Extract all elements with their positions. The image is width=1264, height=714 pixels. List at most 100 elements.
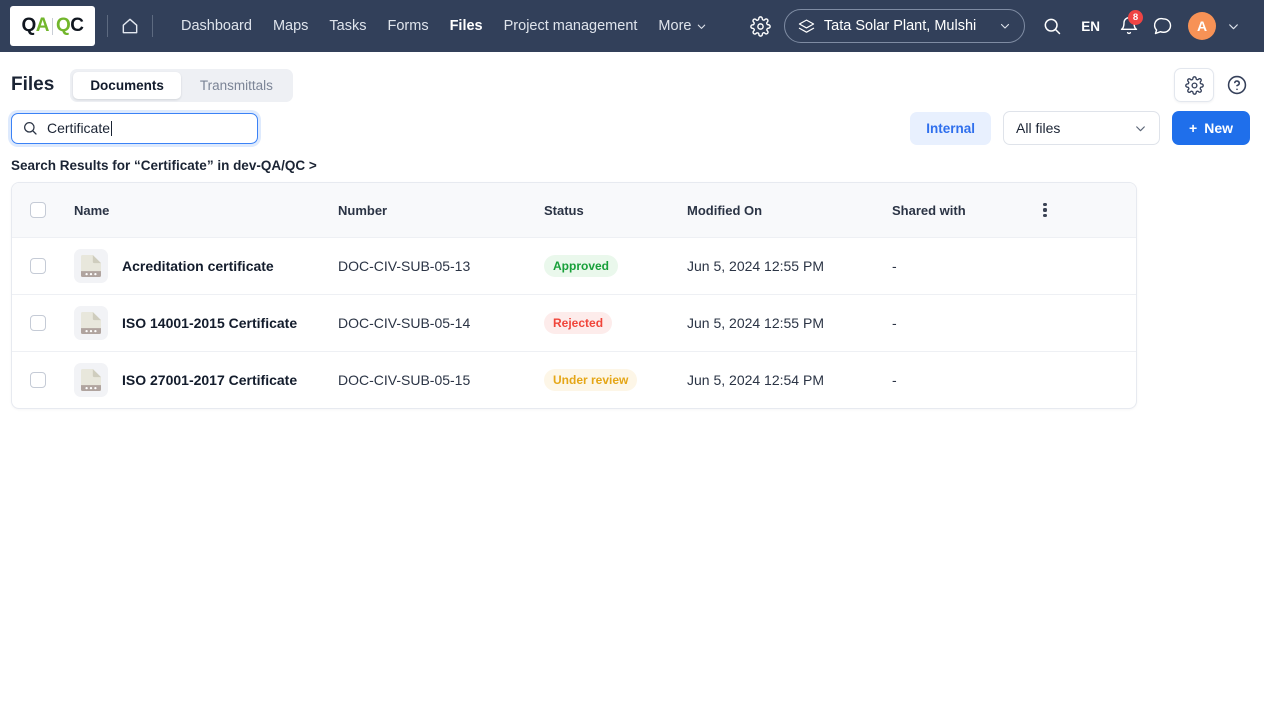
status-badge: Under review <box>544 369 638 391</box>
new-button-label: New <box>1204 120 1233 136</box>
file-name: Acreditation certificate <box>122 258 274 274</box>
search-button[interactable] <box>1035 9 1069 43</box>
settings-gear-button[interactable] <box>744 9 778 43</box>
nav-item-more[interactable]: More <box>658 18 707 34</box>
file-icon <box>74 306 108 340</box>
help-circle-icon <box>1227 75 1247 95</box>
row-checkbox[interactable] <box>30 372 46 388</box>
file-number: DOC-CIV-SUB-05-15 <box>338 372 471 388</box>
document-glyph <box>81 369 101 391</box>
file-shared-with: - <box>892 258 897 274</box>
document-glyph <box>81 255 101 277</box>
messages-button[interactable] <box>1146 9 1180 43</box>
chevron-down-icon <box>698 24 706 29</box>
search-icon <box>1044 18 1061 35</box>
file-name: ISO 27001-2017 Certificate <box>122 372 298 388</box>
search-input-value: Certificate <box>47 120 111 136</box>
file-scope-value: All files <box>1016 120 1061 136</box>
file-scope-dropdown[interactable]: All files <box>1003 111 1161 145</box>
view-tabs: Documents Transmittals <box>70 68 293 102</box>
column-header-shared-with[interactable]: Shared with <box>892 203 1022 218</box>
notifications-button[interactable]: 8 <box>1112 9 1146 43</box>
files-settings-button[interactable] <box>1174 68 1214 102</box>
table-options-button[interactable] <box>1022 202 1068 218</box>
logo-letter-q2: Q <box>56 15 71 36</box>
logo-letter-c: C <box>70 15 84 36</box>
tab-documents[interactable]: Documents <box>73 71 181 99</box>
text-cursor <box>111 121 113 136</box>
logo-divider <box>52 17 53 35</box>
nav-item-dashboard[interactable]: Dashboard <box>181 18 252 34</box>
status-badge: Rejected <box>544 312 613 334</box>
file-shared-with: - <box>892 315 897 331</box>
status-cell: Under review <box>544 369 687 391</box>
table-row[interactable]: ISO 27001-2017 Certificate DOC-CIV-SUB-0… <box>12 351 1136 408</box>
page-subheader: Files Documents Transmittals <box>0 52 1264 102</box>
column-header-name[interactable]: Name <box>46 203 338 218</box>
table-row[interactable]: Acreditation certificate DOC-CIV-SUB-05-… <box>12 237 1136 294</box>
page-title: Files <box>11 74 55 95</box>
nav-more-label: More <box>658 18 692 34</box>
file-number: DOC-CIV-SUB-05-13 <box>338 258 471 274</box>
filter-row: Certificate Internal All files + New <box>0 102 1264 146</box>
file-modified-on: Jun 5, 2024 12:55 PM <box>687 315 824 331</box>
app-logo[interactable]: QAQC <box>10 6 95 46</box>
notification-badge: 8 <box>1128 10 1143 25</box>
home-icon[interactable] <box>120 16 140 36</box>
file-shared-with: - <box>892 372 897 388</box>
new-button[interactable]: + New <box>1172 111 1250 145</box>
subheader-tools <box>1174 68 1250 102</box>
plus-icon: + <box>1189 120 1198 136</box>
tab-transmittals[interactable]: Transmittals <box>183 72 290 99</box>
nav-divider-left <box>107 15 108 37</box>
filter-controls: Internal All files + New <box>910 111 1250 145</box>
project-selector[interactable]: Tata Solar Plant, Mulshi <box>783 9 1026 43</box>
user-menu-chevron[interactable] <box>1216 9 1250 43</box>
files-table: Name Number Status Modified On Shared wi… <box>11 182 1137 409</box>
nav-item-forms[interactable]: Forms <box>387 18 428 34</box>
file-icon <box>74 363 108 397</box>
column-header-modified-on[interactable]: Modified On <box>687 203 892 218</box>
layers-icon <box>798 19 815 33</box>
file-icon <box>74 249 108 283</box>
table-row[interactable]: ISO 14001-2015 Certificate DOC-CIV-SUB-0… <box>12 294 1136 351</box>
nav-item-maps[interactable]: Maps <box>273 18 308 34</box>
project-selector-label: Tata Solar Plant, Mulshi <box>823 18 977 34</box>
table-body: Acreditation certificate DOC-CIV-SUB-05-… <box>12 237 1136 408</box>
gear-icon <box>1184 75 1204 95</box>
row-checkbox[interactable] <box>30 258 46 274</box>
kebab-menu-icon <box>1043 202 1047 218</box>
search-input[interactable]: Certificate <box>11 112 258 144</box>
table-header-row: Name Number Status Modified On Shared wi… <box>12 183 1136 237</box>
language-selector[interactable]: EN <box>1069 19 1112 34</box>
gear-icon <box>750 15 772 37</box>
main-nav-links: Dashboard Maps Tasks Forms Files Project… <box>181 18 707 34</box>
chevron-down-icon <box>1228 23 1238 29</box>
user-avatar[interactable]: A <box>1188 12 1216 40</box>
internal-filter-chip[interactable]: Internal <box>910 111 992 145</box>
help-button[interactable] <box>1224 72 1250 98</box>
file-modified-on: Jun 5, 2024 12:54 PM <box>687 372 824 388</box>
file-modified-on: Jun 5, 2024 12:55 PM <box>687 258 824 274</box>
document-glyph <box>81 312 101 334</box>
logo-letter-q1: Q <box>21 15 36 36</box>
nav-divider-right <box>152 15 153 37</box>
chat-bubble-icon <box>1153 17 1172 35</box>
search-results-label: Search Results for “Certificate” in dev-… <box>11 158 317 173</box>
file-number: DOC-CIV-SUB-05-14 <box>338 315 471 331</box>
search-icon <box>24 122 37 135</box>
nav-item-tasks[interactable]: Tasks <box>329 18 366 34</box>
logo-letter-a: A <box>35 15 50 36</box>
nav-item-project-management[interactable]: Project management <box>504 18 638 34</box>
column-header-number[interactable]: Number <box>338 203 544 218</box>
top-navigation-bar: QAQC Dashboard Maps Tasks Forms Files Pr… <box>0 0 1264 52</box>
row-checkbox[interactable] <box>30 315 46 331</box>
status-cell: Rejected <box>544 312 687 334</box>
column-header-status[interactable]: Status <box>544 203 687 218</box>
select-all-checkbox[interactable] <box>30 202 46 218</box>
top-bar-right-controls: Tata Solar Plant, Mulshi EN 8 A <box>744 9 1250 43</box>
status-cell: Approved <box>544 255 687 277</box>
nav-item-files[interactable]: Files <box>450 18 483 34</box>
chevron-down-icon <box>1136 125 1145 131</box>
file-name: ISO 14001-2015 Certificate <box>122 315 298 331</box>
